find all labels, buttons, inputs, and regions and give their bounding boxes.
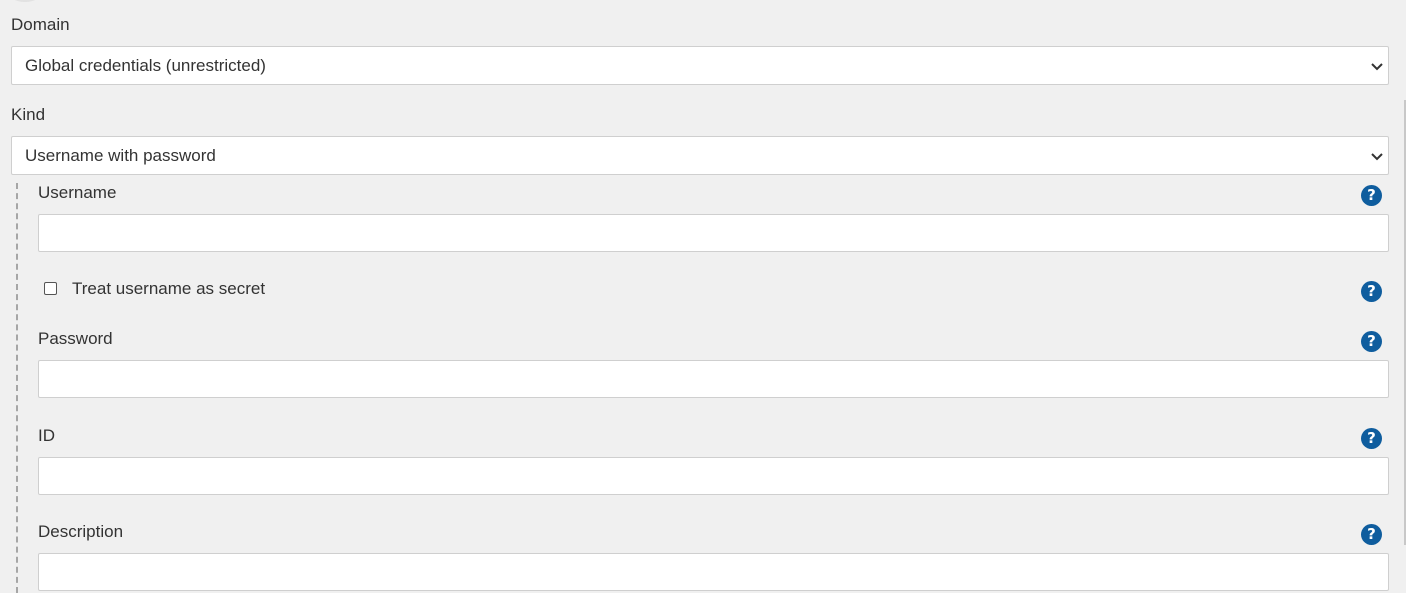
password-label: Password: [38, 329, 113, 348]
id-input[interactable]: [38, 457, 1389, 495]
treat-username-secret-checkbox[interactable]: [44, 282, 57, 295]
domain-select[interactable]: Global credentials (unrestricted): [11, 46, 1389, 85]
help-icon-description[interactable]: ?: [1361, 524, 1382, 545]
kind-label: Kind: [11, 105, 46, 124]
password-input[interactable]: [38, 360, 1389, 398]
chevron-down-icon: [1371, 63, 1383, 71]
description-label: Description: [38, 522, 124, 541]
help-icon-username[interactable]: ?: [1361, 185, 1382, 206]
treat-username-secret-label[interactable]: Treat username as secret: [72, 279, 265, 299]
help-icon-password[interactable]: ?: [1361, 331, 1382, 352]
username-input[interactable]: [38, 214, 1389, 252]
kind-select-value: Username with password: [25, 146, 216, 165]
chevron-down-icon: [1371, 153, 1383, 161]
domain-label: Domain: [11, 15, 70, 34]
domain-select-value: Global credentials (unrestricted): [25, 56, 266, 75]
username-label: Username: [38, 183, 117, 202]
help-icon-treat-username-secret[interactable]: ?: [1361, 281, 1382, 302]
kind-select[interactable]: Username with password: [11, 136, 1389, 175]
avatar-edge: [8, 0, 42, 2]
description-input[interactable]: [38, 553, 1389, 591]
nested-section-divider: [16, 183, 18, 593]
help-icon-id[interactable]: ?: [1361, 428, 1382, 449]
id-label: ID: [38, 426, 55, 445]
